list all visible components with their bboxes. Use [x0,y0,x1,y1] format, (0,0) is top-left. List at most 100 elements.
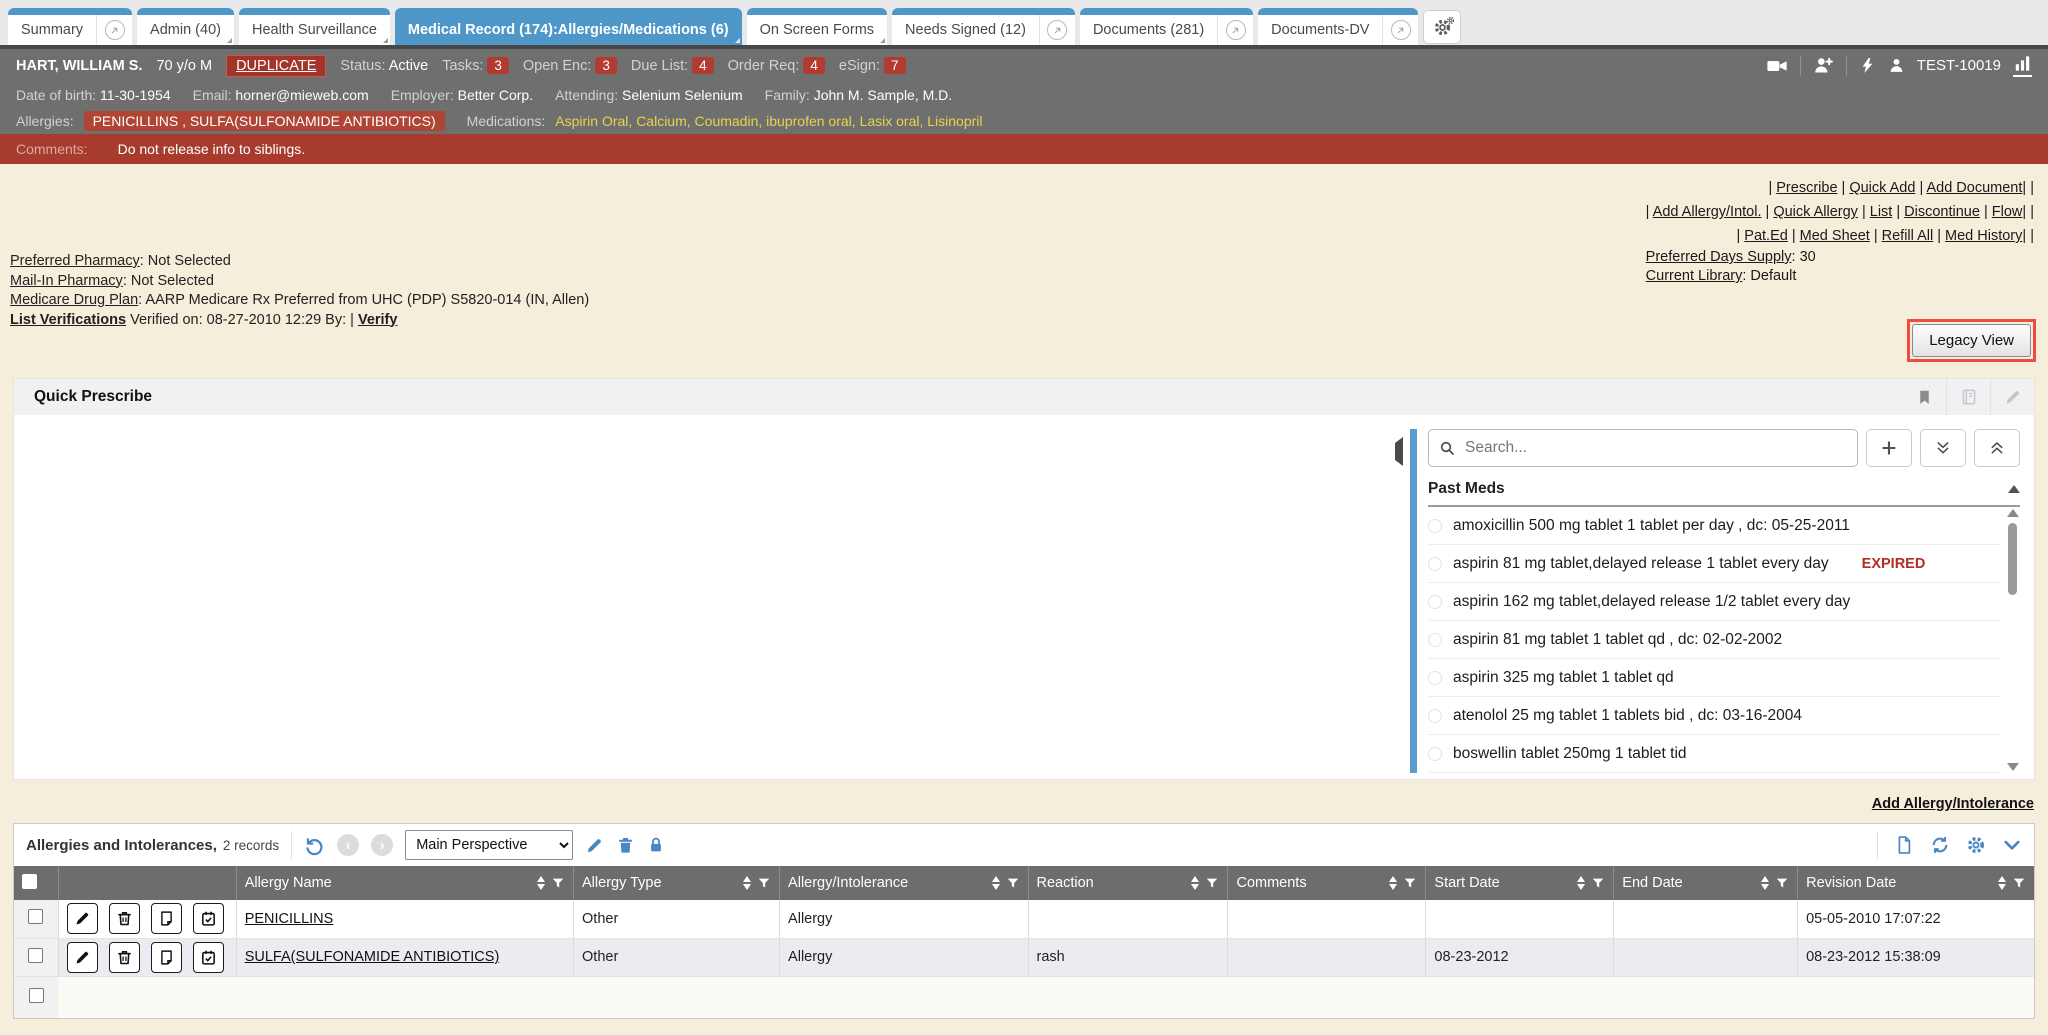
open-external-button[interactable] [1382,15,1418,45]
refresh-button[interactable] [1930,835,1950,855]
tab-summary[interactable]: Summary [8,8,132,45]
filter-icon[interactable] [757,876,771,890]
scrollbar-thumb[interactable] [2008,523,2017,595]
undo-button[interactable] [304,835,325,856]
tasks-badge[interactable]: 3 [487,57,509,74]
list-item[interactable]: boswellin tablet 250mg 1 tablet tid [1428,735,2000,773]
add-user-icon[interactable] [1813,55,1834,76]
radio-icon[interactable] [1428,709,1442,723]
add-allergy-intolerance-link[interactable]: Add Allergy/Intolerance [1872,796,2034,812]
list-item[interactable]: aspirin 162 mg tablet,delayed release 1/… [1428,583,2000,621]
pat-ed-link[interactable]: Pat.Ed [1744,228,1788,244]
list-item[interactable]: atenolol 25 mg tablet 1 tablets bid , dc… [1428,697,2000,735]
open-enc-badge[interactable]: 3 [595,57,617,74]
collapse-section-icon[interactable] [2008,485,2020,493]
lightning-icon[interactable] [1859,57,1876,74]
collapse-all-button[interactable] [1974,429,2020,467]
medication-link[interactable]: Lasix oral [860,113,928,129]
preferred-days-link[interactable]: Preferred Days Supply [1646,249,1792,265]
medication-link[interactable]: ibuprofen oral [766,113,859,129]
radio-icon[interactable] [1428,595,1442,609]
sort-button[interactable] [1761,876,1769,890]
bookmark-button[interactable] [1902,379,1946,415]
schedule-row-button[interactable] [193,942,224,973]
order-req-badge[interactable]: 4 [803,57,825,74]
sort-button[interactable] [537,876,545,890]
legacy-view-button[interactable]: Legacy View [1912,324,2031,357]
row-checkbox[interactable] [28,909,43,924]
row-checkbox[interactable] [28,948,43,963]
delete-row-button[interactable] [109,942,140,973]
due-list-badge[interactable]: 4 [692,57,714,74]
scroll-up-icon[interactable] [2007,509,2019,517]
video-camera-icon[interactable] [1766,55,1788,77]
open-external-button[interactable] [1217,15,1253,45]
sort-button[interactable] [1191,876,1199,890]
mail-in-pharmacy-link[interactable]: Mail-In Pharmacy [10,273,123,289]
edit-row-button[interactable] [67,942,98,973]
prescribe-link[interactable]: Prescribe [1776,180,1837,196]
tab-settings-button[interactable] [1423,10,1461,44]
filter-icon[interactable] [1006,876,1020,890]
expand-all-button[interactable] [1920,429,1966,467]
note-row-button[interactable] [151,942,182,973]
delete-row-button[interactable] [109,903,140,934]
esign-badge[interactable]: 7 [884,57,906,74]
filter-icon[interactable] [1403,876,1417,890]
sort-button[interactable] [1577,876,1585,890]
user-icon[interactable] [1888,57,1905,74]
tab-medical-record[interactable]: Medical Record (174):Allergies/Medicatio… [395,8,742,45]
edit-panel-button[interactable] [1990,379,2034,415]
verify-link[interactable]: Verify [358,312,398,328]
add-allergy-intol-link[interactable]: Add Allergy/Intol. [1653,204,1762,220]
filter-icon[interactable] [1591,876,1605,890]
tab-documents[interactable]: Documents (281) [1080,8,1253,45]
radio-icon[interactable] [1428,671,1442,685]
medication-link[interactable]: Aspirin Oral [555,113,636,129]
current-library-link[interactable]: Current Library [1646,268,1743,284]
collapse-module-button[interactable] [2002,835,2022,855]
radio-icon[interactable] [1428,747,1442,761]
tab-admin[interactable]: Admin (40) [137,8,234,45]
med-sheet-link[interactable]: Med Sheet [1800,228,1870,244]
perspective-select[interactable]: Main Perspective [405,830,573,860]
lock-button[interactable] [647,836,665,854]
radio-icon[interactable] [1428,557,1442,571]
filter-icon[interactable] [2012,876,2026,890]
scrollbar[interactable] [2005,509,2020,771]
tab-health-surveillance[interactable]: Health Surveillance [239,8,390,45]
select-all-checkbox[interactable] [22,874,37,889]
allergies-chip[interactable]: PENICILLINS , SULFA(SULFONAMIDE ANTIBIOT… [84,111,445,131]
med-history-link[interactable]: Med History [1945,228,2022,244]
scroll-down-icon[interactable] [2007,763,2019,771]
tab-needs-signed[interactable]: Needs Signed (12) [892,8,1075,45]
filter-icon[interactable] [551,876,565,890]
radio-icon[interactable] [1428,519,1442,533]
radio-icon[interactable] [1428,633,1442,647]
search-input[interactable] [1463,438,1847,458]
note-row-button[interactable] [151,903,182,934]
settings-button[interactable] [1966,835,1986,855]
sort-button[interactable] [1389,876,1397,890]
list-item[interactable]: aspirin 81 mg tablet,delayed release 1 t… [1428,545,2000,583]
discontinue-link[interactable]: Discontinue [1904,204,1980,220]
chart-button[interactable] [2013,54,2032,77]
reference-button[interactable] [1946,379,1990,415]
row-checkbox[interactable] [29,988,44,1003]
medication-link[interactable]: Calcium [636,113,694,129]
medication-link[interactable]: Coumadin [695,113,767,129]
allergy-name-link[interactable]: PENICILLINS [245,911,334,927]
list-item[interactable]: aspirin 325 mg tablet 1 tablet qd [1428,659,2000,697]
list-item[interactable]: aspirin 81 mg tablet 1 tablet qd , dc: 0… [1428,621,2000,659]
list-link[interactable]: List [1870,204,1893,220]
add-med-button[interactable] [1866,429,1912,467]
preferred-pharmacy-link[interactable]: Preferred Pharmacy [10,253,140,269]
duplicate-flag[interactable]: DUPLICATE [226,55,326,77]
edit-button[interactable] [585,836,604,855]
open-external-button[interactable] [1039,15,1075,45]
filter-icon[interactable] [1205,876,1219,890]
collapse-sidebar-button[interactable] [1395,443,1403,773]
list-verifications-link[interactable]: List Verifications [10,312,126,328]
refill-all-link[interactable]: Refill All [1882,228,1934,244]
filter-icon[interactable] [1775,876,1789,890]
